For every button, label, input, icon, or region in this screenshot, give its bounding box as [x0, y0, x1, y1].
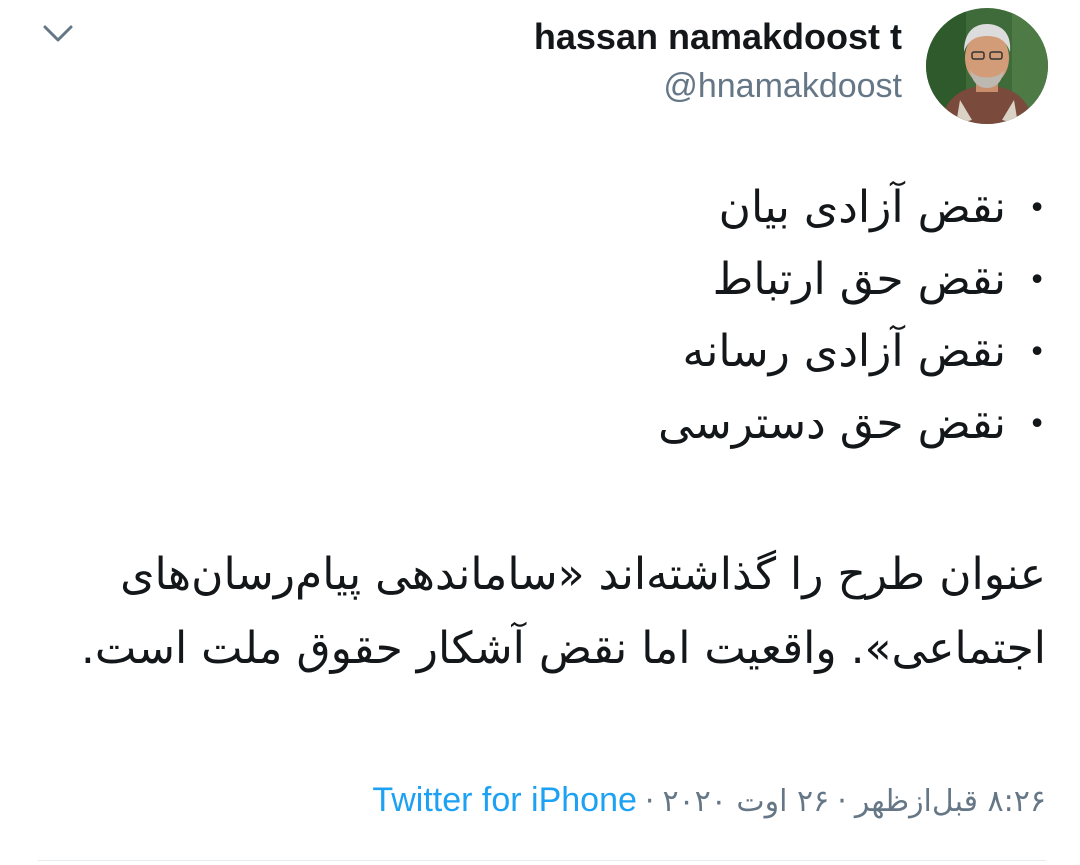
author-handle[interactable]: @hnamakdoost: [663, 64, 902, 108]
tweet-time[interactable]: ۸:۲۶ قبل‌ازظهر: [855, 784, 1046, 819]
bullet-glyph: •: [1028, 191, 1046, 226]
tweet-bullet-list: • نقض آزادی بیان • نقض حق ارتباط • نقض آزاد…: [146, 172, 1046, 460]
avatar[interactable]: [926, 8, 1048, 124]
bullet-glyph: •: [1028, 335, 1046, 370]
bullet-text: نقض آزادی رسانه: [682, 326, 1006, 377]
tweet-source-link[interactable]: Twitter for iPhone: [372, 781, 637, 819]
bullet-item: • نقض حق دسترسی: [146, 388, 1046, 460]
bullet-text: نقض حق ارتباط: [712, 254, 1006, 305]
bullet-text: نقض آزادی بیان: [718, 182, 1006, 233]
user-avatar-image: [926, 8, 1048, 124]
meta-separator: ·: [644, 784, 655, 819]
bullet-item: • نقض حق ارتباط: [146, 244, 1046, 316]
bullet-item: • نقض آزادی بیان: [146, 172, 1046, 244]
bullet-glyph: •: [1028, 407, 1046, 442]
meta-separator: ·: [837, 784, 847, 819]
tweet-paragraph: عنوان طرح را گذاشته‌اند «ساماندهی پیام‌ر…: [80, 549, 1046, 674]
bullet-item: • نقض آزادی رسانه: [146, 316, 1046, 388]
divider: [38, 860, 1046, 861]
chevron-down-icon: [43, 25, 73, 42]
bullet-glyph: •: [1028, 263, 1046, 298]
bullet-text: نقض حق دسترسی: [658, 398, 1006, 449]
author-display-name[interactable]: hassan namakdoost t: [534, 14, 902, 60]
tweet-meta: ۸:۲۶ قبل‌ازظهر·۲۶ اوت ۲۰۲۰·Twitter for i…: [372, 778, 1046, 824]
tweet-menu-chevron-button[interactable]: [40, 20, 76, 48]
tweet-date[interactable]: ۲۶ اوت ۲۰۲۰: [662, 784, 829, 819]
